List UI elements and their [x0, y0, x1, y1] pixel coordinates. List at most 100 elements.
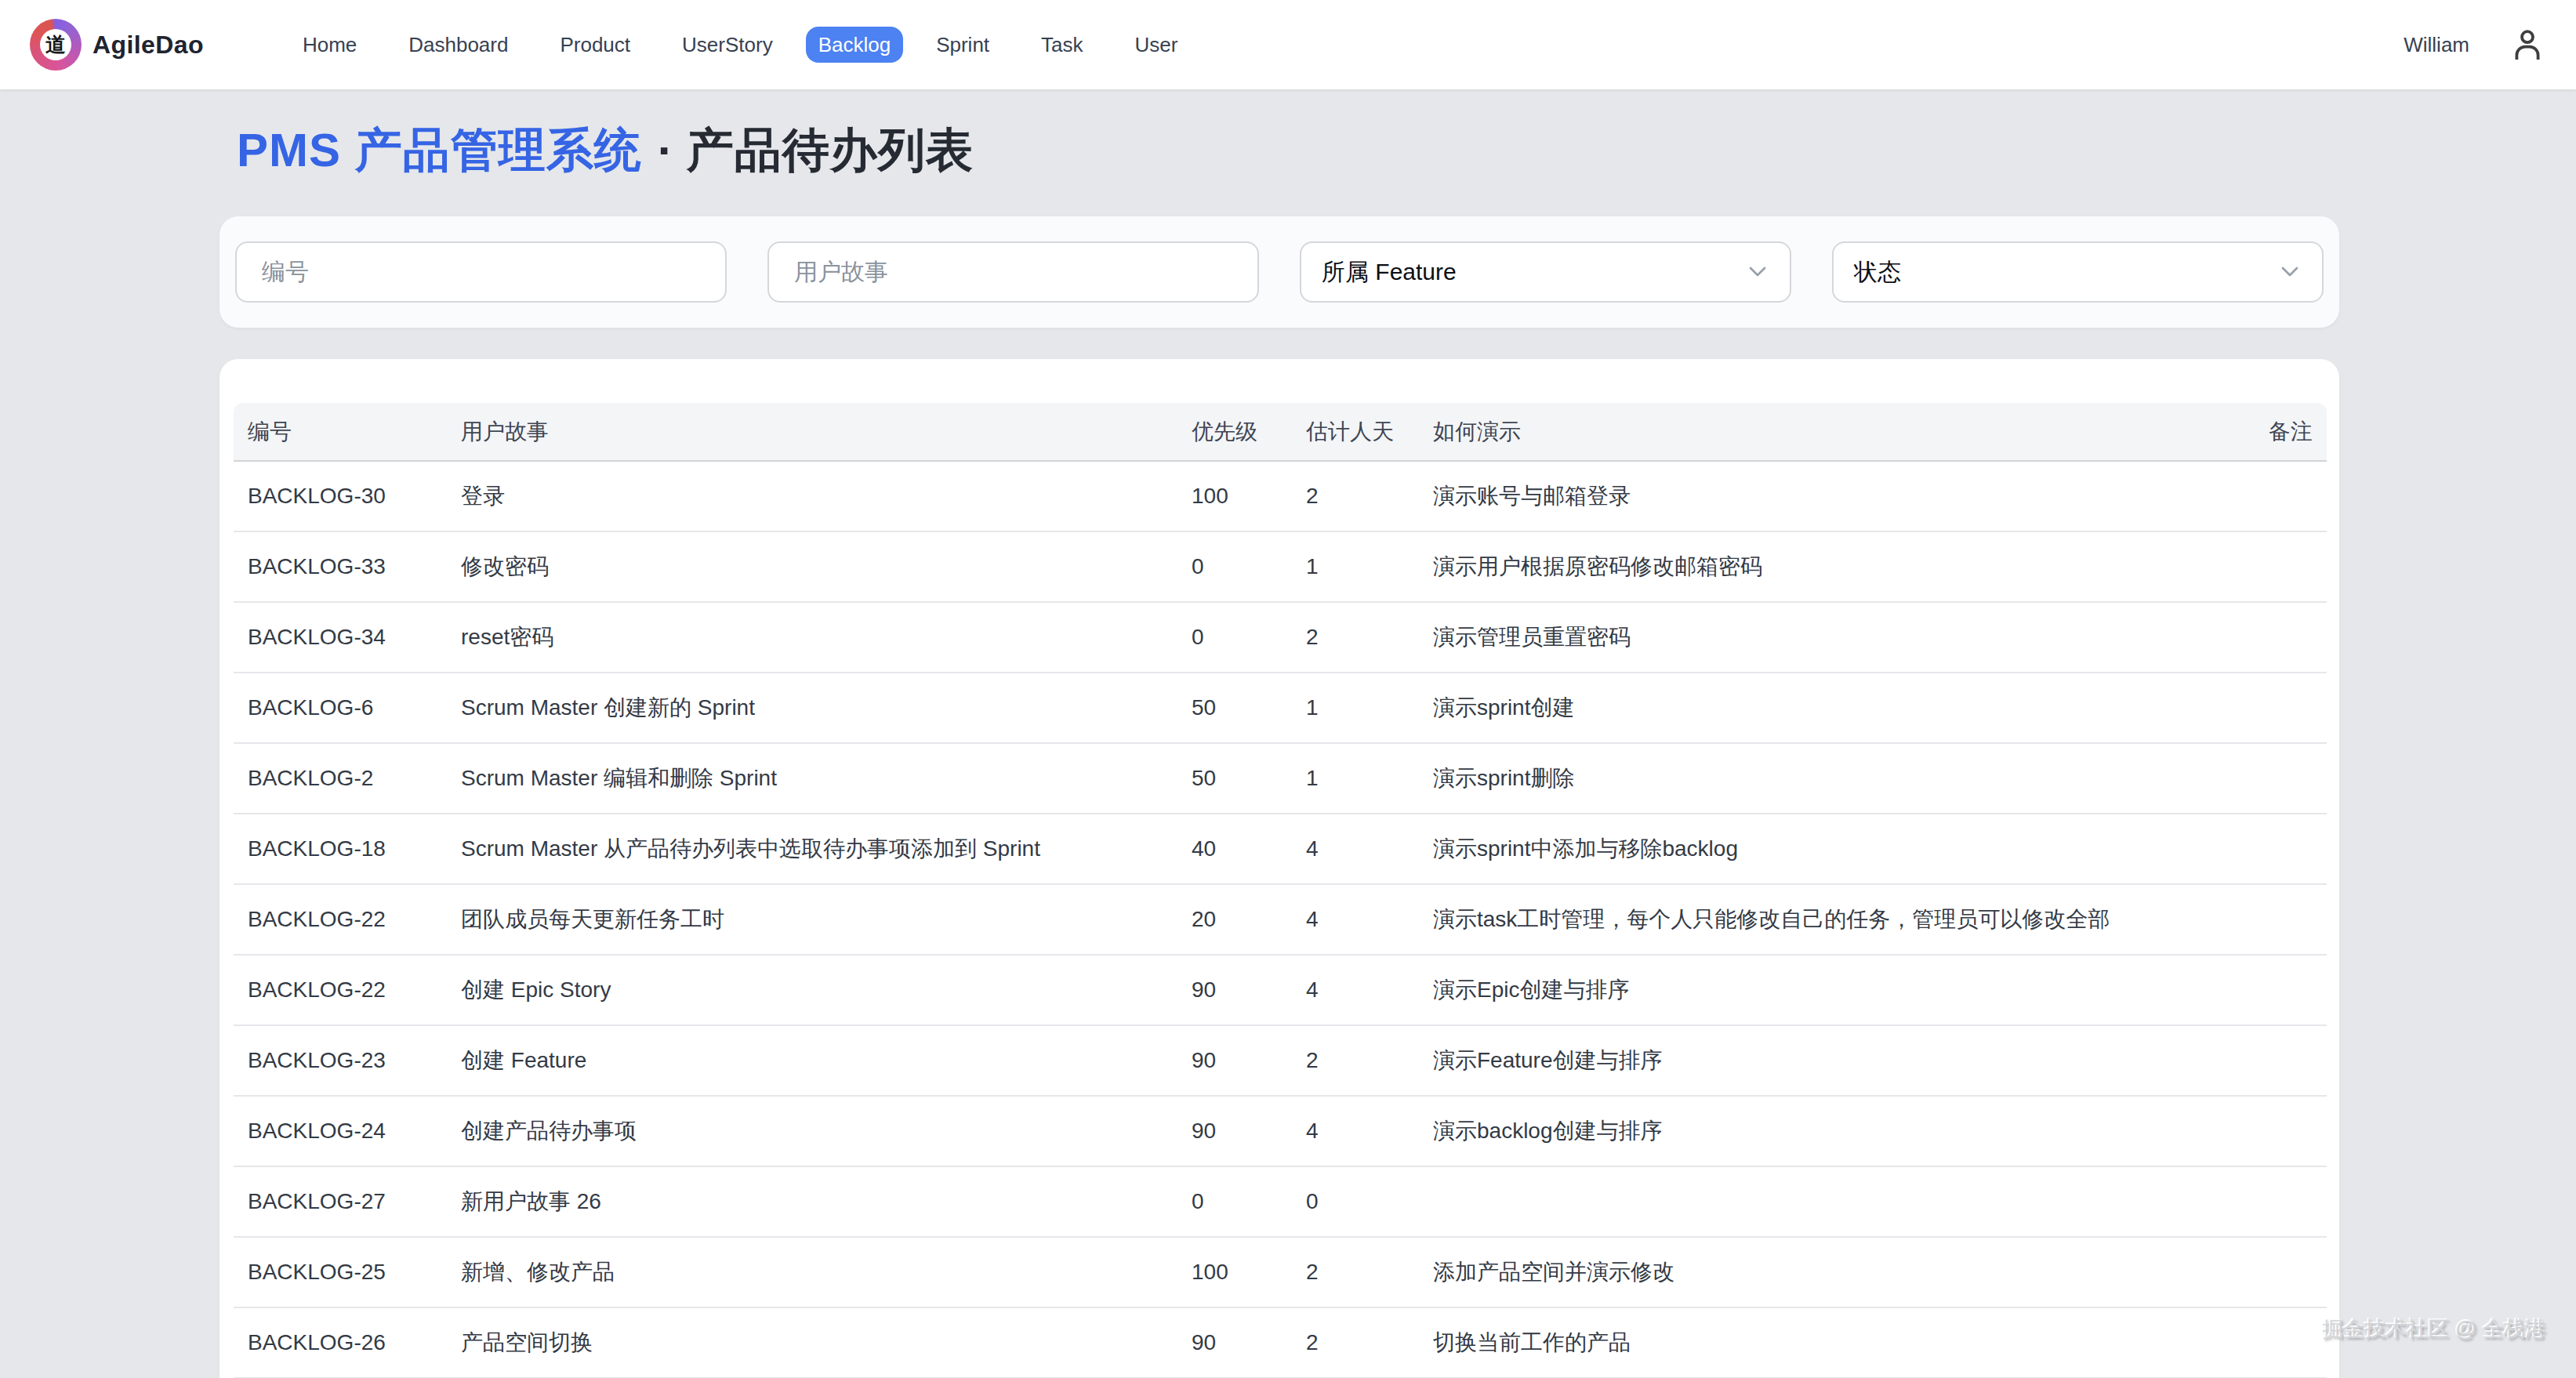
cell-estimate: 4	[1292, 884, 1419, 955]
cell-demo: 演示sprint删除	[1419, 743, 2170, 814]
cell-story: Scrum Master 编辑和删除 Sprint	[447, 743, 1177, 814]
cell-priority: 90	[1177, 1307, 1292, 1378]
cell-demo: 演示Feature创建与排序	[1419, 1025, 2170, 1096]
cell-priority: 50	[1177, 673, 1292, 743]
cell-estimate: 2	[1292, 461, 1419, 531]
cell-story: 修改密码	[447, 531, 1177, 602]
status-select[interactable]: 状态	[1832, 241, 2324, 303]
table-row: BACKLOG-26产品空间切换902切换当前工作的产品	[234, 1307, 2327, 1378]
table-header-row: 编号用户故事优先级估计人天如何演示备注	[234, 403, 2327, 461]
nav-item-backlog[interactable]: Backlog	[806, 27, 904, 63]
cell-priority: 20	[1177, 884, 1292, 955]
cell-priority: 0	[1177, 602, 1292, 673]
cell-note	[2170, 531, 2327, 602]
table-row: BACKLOG-22团队成员每天更新任务工时204演示task工时管理，每个人只…	[234, 884, 2327, 955]
cell-note	[2170, 602, 2327, 673]
filter-bar: 所属 Feature 状态	[220, 216, 2339, 328]
cell-demo: 演示账号与邮箱登录	[1419, 461, 2170, 531]
nav-item-dashboard[interactable]: Dashboard	[390, 25, 527, 64]
cell-demo: 演示sprint创建	[1419, 673, 2170, 743]
feature-select[interactable]: 所属 Feature	[1300, 241, 1791, 303]
brand-logo-icon: 道	[30, 19, 82, 71]
cell-demo: 演示sprint中添加与移除backlog	[1419, 814, 2170, 884]
cell-id: BACKLOG-33	[234, 531, 447, 602]
cell-estimate: 1	[1292, 673, 1419, 743]
table-row: BACKLOG-18Scrum Master 从产品待办列表中选取待办事项添加到…	[234, 814, 2327, 884]
cell-estimate: 2	[1292, 1307, 1419, 1378]
cell-id: BACKLOG-27	[234, 1166, 447, 1237]
cell-story: Scrum Master 创建新的 Sprint	[447, 673, 1177, 743]
cell-id: BACKLOG-30	[234, 461, 447, 531]
cell-estimate: 0	[1292, 1166, 1419, 1237]
cell-story: 登录	[447, 461, 1177, 531]
status-select-value: 状态	[1854, 256, 1901, 288]
cell-estimate: 4	[1292, 955, 1419, 1025]
nav-item-task[interactable]: Task	[1022, 25, 1101, 64]
col-header-id: 编号	[234, 403, 447, 461]
cell-story: 创建 Feature	[447, 1025, 1177, 1096]
cell-story: 新增、修改产品	[447, 1237, 1177, 1307]
cell-story: 团队成员每天更新任务工时	[447, 884, 1177, 955]
cell-demo: 演示task工时管理，每个人只能修改自己的任务，管理员可以修改全部	[1419, 884, 2170, 955]
col-header-demo: 如何演示	[1419, 403, 2170, 461]
nav-item-sprint[interactable]: Sprint	[917, 25, 1008, 64]
table-row: BACKLOG-27新用户故事 2600	[234, 1166, 2327, 1237]
cell-story: 产品空间切换	[447, 1307, 1177, 1378]
story-filter-input[interactable]	[767, 241, 1259, 303]
backlog-table: 编号用户故事优先级估计人天如何演示备注 BACKLOG-30登录1002演示账号…	[234, 403, 2327, 1378]
page-title-section: 产品待办列表	[687, 124, 974, 176]
cell-priority: 100	[1177, 1237, 1292, 1307]
cell-id: BACKLOG-25	[234, 1237, 447, 1307]
cell-id: BACKLOG-18	[234, 814, 447, 884]
cell-priority: 40	[1177, 814, 1292, 884]
cell-demo: 演示backlog创建与排序	[1419, 1096, 2170, 1166]
col-header-story: 用户故事	[447, 403, 1177, 461]
nav-item-userstory[interactable]: UserStory	[663, 25, 792, 64]
page-title-separator: ·	[658, 124, 674, 176]
col-header-estimate: 估计人天	[1292, 403, 1419, 461]
cell-estimate: 2	[1292, 602, 1419, 673]
user-name[interactable]: William	[2404, 33, 2469, 57]
user-icon[interactable]	[2515, 30, 2540, 60]
cell-id: BACKLOG-26	[234, 1307, 447, 1378]
cell-id: BACKLOG-22	[234, 884, 447, 955]
table-row: BACKLOG-22创建 Epic Story904演示Epic创建与排序	[234, 955, 2327, 1025]
cell-demo: 演示管理员重置密码	[1419, 602, 2170, 673]
page-title-app[interactable]: PMS 产品管理系统	[237, 124, 642, 176]
chevron-down-icon	[1749, 267, 1766, 277]
id-filter-input[interactable]	[235, 241, 727, 303]
cell-note	[2170, 743, 2327, 814]
table-row: BACKLOG-2Scrum Master 编辑和删除 Sprint501演示s…	[234, 743, 2327, 814]
cell-id: BACKLOG-34	[234, 602, 447, 673]
table-row: BACKLOG-24创建产品待办事项904演示backlog创建与排序	[234, 1096, 2327, 1166]
nav-item-user[interactable]: User	[1116, 25, 1197, 64]
cell-priority: 90	[1177, 1096, 1292, 1166]
cell-priority: 100	[1177, 461, 1292, 531]
cell-estimate: 4	[1292, 1096, 1419, 1166]
cell-note	[2170, 1166, 2327, 1237]
brand-logo-glyph: 道	[40, 29, 71, 60]
cell-note	[2170, 1025, 2327, 1096]
backlog-table-card: 编号用户故事优先级估计人天如何演示备注 BACKLOG-30登录1002演示账号…	[220, 359, 2339, 1378]
cell-priority: 0	[1177, 531, 1292, 602]
brand[interactable]: 道 AgileDao	[30, 19, 204, 71]
table-row: BACKLOG-6Scrum Master 创建新的 Sprint501演示sp…	[234, 673, 2327, 743]
top-nav: 道 AgileDao Home Dashboard Product UserStory…	[0, 0, 2576, 89]
col-header-priority: 优先级	[1177, 403, 1292, 461]
cell-estimate: 1	[1292, 743, 1419, 814]
cell-note	[2170, 1237, 2327, 1307]
cell-id: BACKLOG-23	[234, 1025, 447, 1096]
cell-id: BACKLOG-6	[234, 673, 447, 743]
cell-note	[2170, 884, 2327, 955]
page-title: PMS 产品管理系统 ·产品待办列表	[237, 118, 2576, 183]
nav-item-home[interactable]: Home	[284, 25, 376, 64]
cell-demo: 添加产品空间并演示修改	[1419, 1237, 2170, 1307]
cell-note	[2170, 1096, 2327, 1166]
cell-note	[2170, 1307, 2327, 1378]
cell-demo: 演示Epic创建与排序	[1419, 955, 2170, 1025]
cell-note	[2170, 814, 2327, 884]
cell-id: BACKLOG-2	[234, 743, 447, 814]
nav-item-product[interactable]: Product	[541, 25, 649, 64]
cell-priority: 90	[1177, 955, 1292, 1025]
table-row: BACKLOG-34reset密码02演示管理员重置密码	[234, 602, 2327, 673]
